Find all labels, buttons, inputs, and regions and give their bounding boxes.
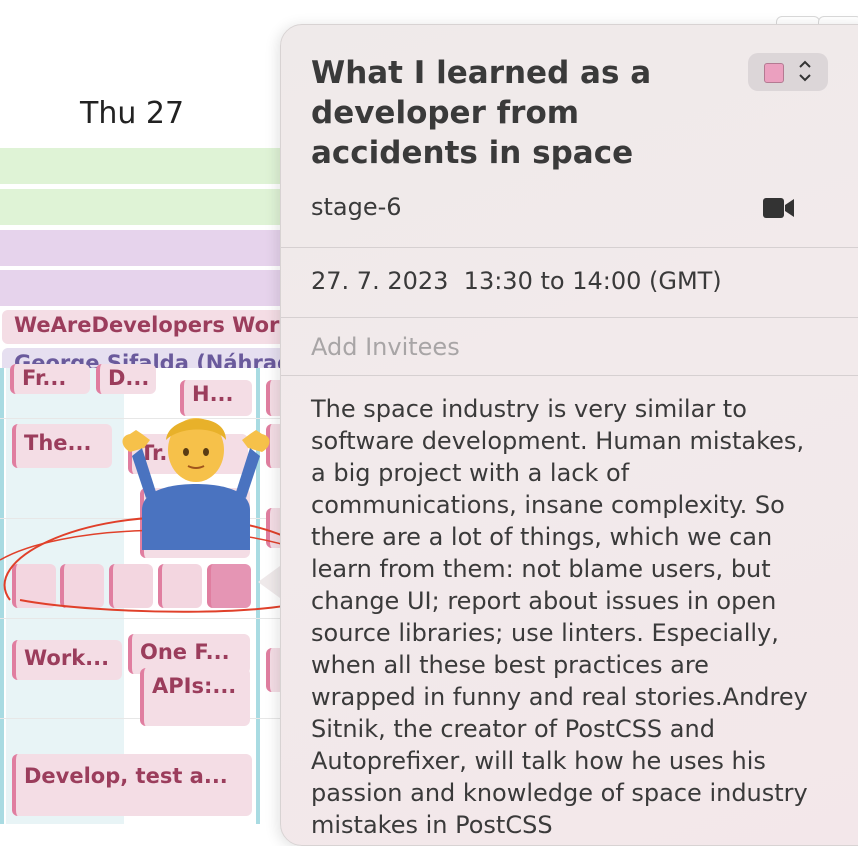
all-day-bar[interactable] bbox=[0, 148, 300, 184]
selected-event-slot[interactable] bbox=[207, 564, 251, 608]
event-block[interactable]: Fr... bbox=[10, 364, 90, 394]
event-date: 27. 7. 2023 bbox=[311, 267, 449, 295]
event-block[interactable]: APIs:... bbox=[140, 668, 250, 726]
add-invitees-field[interactable]: Add Invitees bbox=[311, 333, 460, 361]
event-detail-popover: What I learned as a developer from accid… bbox=[280, 24, 858, 846]
divider bbox=[281, 317, 858, 318]
all-day-bar[interactable] bbox=[0, 230, 300, 266]
column-divider bbox=[0, 368, 4, 824]
event-slot[interactable] bbox=[12, 564, 56, 608]
all-day-bar[interactable] bbox=[0, 189, 300, 225]
event-block[interactable]: D... bbox=[96, 364, 156, 394]
popover-pointer bbox=[258, 566, 280, 598]
video-camera-icon[interactable] bbox=[763, 197, 795, 219]
event-title[interactable]: What I learned as a developer from accid… bbox=[311, 53, 741, 173]
event-location[interactable]: stage-6 bbox=[311, 193, 402, 221]
divider bbox=[281, 247, 858, 248]
calendar-color-swatch bbox=[764, 63, 784, 83]
event-slot[interactable] bbox=[158, 564, 202, 608]
event-block[interactable]: Develop, test a... bbox=[12, 754, 252, 816]
event-description[interactable]: The space industry is very similar to so… bbox=[311, 393, 811, 841]
divider bbox=[281, 375, 858, 376]
event-block[interactable]: Work... bbox=[12, 640, 122, 680]
person-shrugging-emoji bbox=[122, 418, 270, 550]
all-day-bar[interactable] bbox=[0, 270, 300, 306]
all-day-event[interactable]: WeAreDevelopers World Congress bbox=[2, 310, 292, 344]
calendar-color-picker[interactable] bbox=[748, 53, 828, 91]
hour-line bbox=[0, 618, 300, 619]
event-block[interactable]: The... bbox=[12, 424, 112, 468]
event-slot[interactable] bbox=[109, 564, 153, 608]
event-datetime[interactable]: 27. 7. 2023 13:30 to 14:00 (GMT) bbox=[311, 267, 722, 295]
event-time: 13:30 to 14:00 (GMT) bbox=[463, 267, 722, 295]
event-slot[interactable] bbox=[60, 564, 104, 608]
day-header: Thu 27 bbox=[80, 96, 185, 131]
chevron-up-down-icon bbox=[798, 58, 812, 84]
